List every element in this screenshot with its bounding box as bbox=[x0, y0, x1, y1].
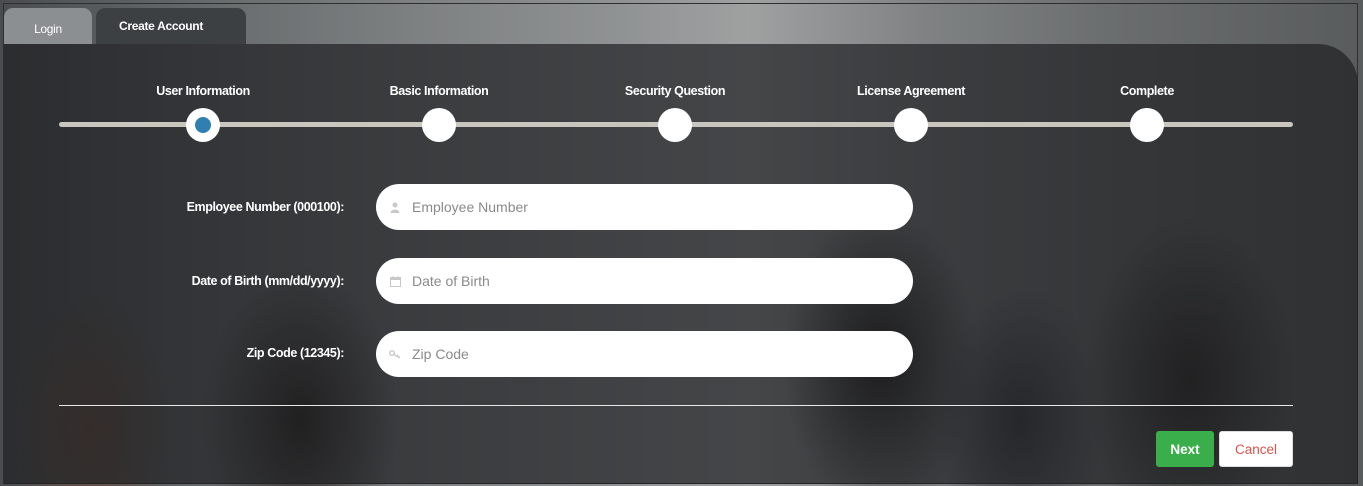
next-button[interactable]: Next bbox=[1156, 431, 1214, 467]
employee-number-label: Employee Number (000100): bbox=[186, 200, 345, 214]
step-label-license-agreement: License Agreement bbox=[856, 84, 966, 98]
step-dot-security-question bbox=[658, 108, 692, 142]
step-label-complete: Complete bbox=[1120, 84, 1174, 98]
step-dot-basic-information bbox=[422, 108, 456, 142]
employee-number-input[interactable] bbox=[412, 199, 882, 215]
step-label-user-information: User Information bbox=[156, 84, 250, 98]
tab-create-account[interactable]: Create Account bbox=[96, 8, 246, 44]
tab-login[interactable]: Login bbox=[4, 8, 92, 44]
step-label-security-question: Security Question bbox=[624, 84, 726, 98]
tab-login-label: Login bbox=[34, 22, 62, 36]
calendar-icon bbox=[388, 274, 402, 288]
zip-code-field[interactable] bbox=[376, 331, 913, 377]
tab-create-account-label: Create Account bbox=[118, 19, 204, 33]
date-of-birth-input[interactable] bbox=[412, 273, 882, 289]
date-of-birth-field[interactable] bbox=[376, 258, 913, 304]
key-icon bbox=[388, 347, 402, 361]
form-divider bbox=[59, 405, 1293, 406]
step-dot-complete bbox=[1130, 108, 1164, 142]
employee-number-field[interactable] bbox=[376, 184, 913, 230]
date-of-birth-label: Date of Birth (mm/dd/yyyy): bbox=[191, 274, 345, 288]
zip-code-input[interactable] bbox=[412, 346, 882, 362]
user-icon bbox=[388, 200, 402, 214]
step-label-basic-information: Basic Information bbox=[389, 84, 489, 98]
zip-code-label: Zip Code (12345): bbox=[246, 346, 345, 360]
step-dot-user-information bbox=[186, 108, 220, 142]
step-dot-license-agreement bbox=[894, 108, 928, 142]
cancel-button[interactable]: Cancel bbox=[1219, 431, 1293, 467]
